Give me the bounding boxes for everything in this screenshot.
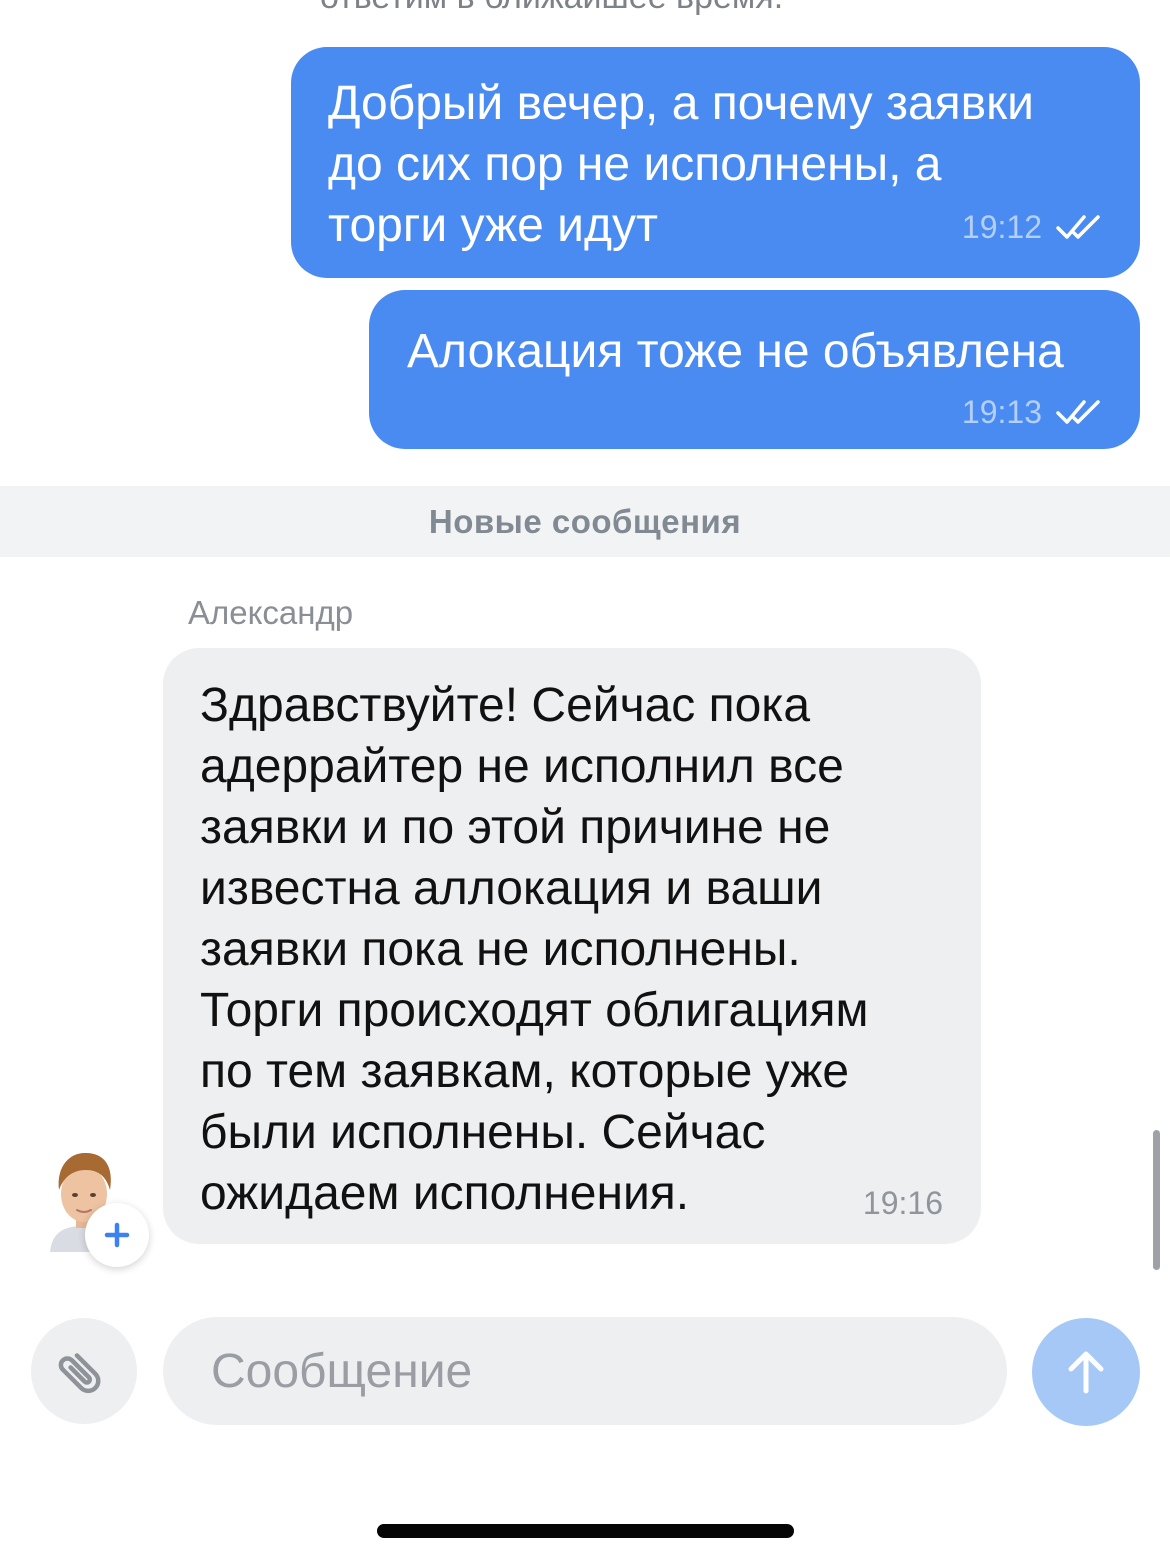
new-messages-divider: Новые сообщения	[0, 486, 1170, 557]
message-meta: 19:12	[962, 207, 1104, 247]
double-check-icon	[1056, 400, 1100, 424]
plus-icon	[104, 1222, 130, 1248]
home-indicator[interactable]	[377, 1524, 794, 1538]
chat-screen: ответим в ближайшее время. Добрый вечер,…	[0, 0, 1170, 1563]
message-input[interactable]	[163, 1317, 1007, 1425]
message-time: 19:16	[862, 1185, 943, 1221]
sender-name: Александр	[188, 594, 354, 631]
message-text-line: до сих пор не исполнены, а	[328, 138, 942, 191]
message-text-line: Алокация тоже не объявлена	[407, 325, 1064, 378]
message-time: 19:13	[961, 394, 1042, 430]
arrow-up-icon	[1068, 1351, 1104, 1394]
message-text-line: Здравствуйте! Сейчас пока	[200, 679, 811, 732]
message-text-line: известна аллокация и ваши	[200, 862, 823, 915]
message-text-line: были исполнены. Сейчас	[200, 1106, 766, 1159]
message-text-line: адеррайтер не исполнил все	[200, 740, 844, 793]
message-text-line: Добрый вечер, а почему заявки	[328, 77, 1034, 130]
message-text-line: заявки и по этой причине не	[200, 801, 831, 854]
message-time: 19:12	[961, 209, 1042, 245]
send-button[interactable]	[1032, 1318, 1140, 1426]
scrollbar[interactable]	[1153, 1130, 1160, 1270]
paperclip-icon	[58, 1353, 101, 1394]
message-text-line: заявки пока не исполнены.	[200, 923, 801, 976]
previous-message-text: ответим в ближайшее время.	[320, 0, 783, 17]
message-text-line: по тем заявкам, которые уже	[200, 1045, 850, 1098]
message-text-line: ожидаем исполнения.	[200, 1167, 690, 1220]
message-text-line: Торги происходят облигациям	[200, 984, 869, 1037]
outgoing-message[interactable]: Добрый вечер, а почему заявки до сих пор…	[291, 47, 1140, 278]
divider-label: Новые сообщения	[428, 502, 742, 540]
attach-button[interactable]	[31, 1318, 137, 1424]
double-check-icon	[1056, 215, 1100, 239]
add-contact-button[interactable]	[85, 1203, 149, 1267]
incoming-message[interactable]: Здравствуйте! Сейчас пока адеррайтер не …	[163, 648, 981, 1244]
message-text-line: торги уже идут	[328, 199, 658, 252]
outgoing-message[interactable]: Алокация тоже не объявлена 19:13	[369, 290, 1140, 449]
message-meta: 19:13	[962, 392, 1104, 432]
